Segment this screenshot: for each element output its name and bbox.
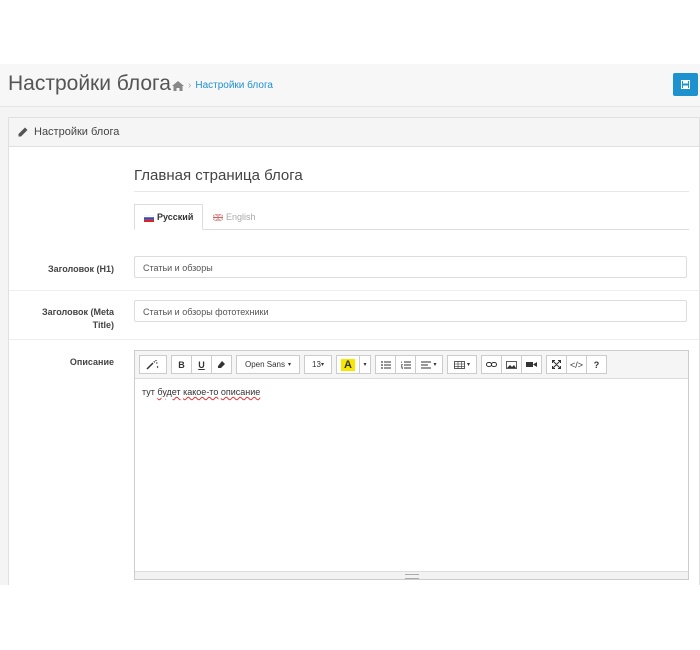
- table-icon: [454, 360, 465, 369]
- editor-text-word: какое-то: [183, 387, 219, 397]
- text-color-dropdown[interactable]: ▾: [359, 355, 371, 374]
- row-divider: [9, 339, 699, 340]
- editor-content[interactable]: тут будет какое-то описание: [135, 379, 688, 405]
- panel-heading: Настройки блога: [9, 118, 699, 147]
- editor-text-word: описание: [220, 387, 261, 397]
- breadcrumb-link[interactable]: Настройки блога: [195, 80, 273, 91]
- unordered-list-icon: [380, 360, 391, 369]
- description-label: Описание: [69, 357, 114, 367]
- editor-text-pre: тут: [142, 387, 158, 397]
- tab-english[interactable]: English: [204, 204, 265, 229]
- description-editor: B U Open Sans ▾ 13 ▾ A ▾ ▾ ▾ </> ? тут б…: [134, 350, 689, 580]
- meta-title-input[interactable]: Статьи и обзоры фототехники: [134, 300, 687, 322]
- breadcrumb: › Настройки блога: [172, 80, 273, 91]
- link-icon: [486, 362, 497, 367]
- caret-down-icon: ▾: [320, 362, 324, 368]
- language-tabs: Русский English: [134, 204, 689, 230]
- font-size-select[interactable]: 13 ▾: [304, 355, 332, 374]
- h1-label: Заголовок (H1): [47, 264, 114, 274]
- align-left-icon: [421, 361, 432, 368]
- editor-text-word: будет: [157, 387, 181, 397]
- font-size-value: 13: [312, 360, 321, 369]
- font-family-value: Open Sans: [244, 360, 285, 369]
- paragraph-align-button[interactable]: ▾: [415, 355, 443, 374]
- tab-russian[interactable]: Русский: [134, 204, 204, 230]
- caret-down-icon: ▾: [466, 362, 470, 368]
- meta-title-label: Заголовок (Meta Title): [9, 306, 114, 332]
- bold-button[interactable]: B: [171, 355, 192, 374]
- tab-russian-label: Русский: [157, 212, 194, 222]
- page-container: Настройки блога › Настройки блога Настро…: [0, 64, 700, 585]
- uk-flag-icon: [212, 213, 224, 222]
- resize-grip-icon: [405, 574, 419, 579]
- page-header: Настройки блога › Настройки блога: [0, 64, 700, 107]
- pencil-icon: [18, 127, 28, 137]
- caret-down-icon: ▾: [433, 362, 437, 368]
- video-button[interactable]: [521, 355, 542, 374]
- picture-icon: [506, 360, 517, 369]
- ordered-list-icon: [400, 361, 411, 369]
- magic-wand-button[interactable]: [139, 355, 167, 374]
- meta-title-label-line2: Title): [92, 320, 114, 330]
- ordered-list-button[interactable]: [395, 355, 416, 374]
- settings-panel: Настройки блога Главная страница блога Р…: [8, 117, 700, 585]
- eraser-button[interactable]: [211, 355, 232, 374]
- code-view-button[interactable]: </>: [566, 355, 587, 374]
- section-title: Главная страница блога: [134, 167, 303, 184]
- page-title: Настройки блога: [8, 72, 171, 95]
- link-button[interactable]: [481, 355, 502, 374]
- fullscreen-button[interactable]: [546, 355, 567, 374]
- row-divider: [9, 290, 699, 291]
- fullscreen-icon: [552, 360, 561, 369]
- magic-wand-icon: [146, 359, 159, 370]
- editor-resize-bar[interactable]: [135, 571, 688, 579]
- caret-down-icon: ▾: [288, 362, 292, 368]
- editor-toolbar: B U Open Sans ▾ 13 ▾ A ▾ ▾ ▾ </> ?: [135, 351, 688, 379]
- home-icon[interactable]: [172, 80, 184, 91]
- text-color-letter: A: [341, 358, 355, 371]
- h1-input[interactable]: Статьи и обзоры: [134, 256, 687, 278]
- video-icon: [526, 362, 537, 367]
- eraser-icon: [218, 361, 225, 368]
- breadcrumb-separator: ›: [188, 80, 192, 91]
- save-icon: [681, 80, 690, 89]
- image-button[interactable]: [501, 355, 522, 374]
- help-button[interactable]: ?: [586, 355, 607, 374]
- meta-title-label-line1: Заголовок (Meta: [41, 307, 114, 317]
- text-color-button[interactable]: A: [336, 355, 360, 374]
- panel-heading-text: Настройки блога: [34, 126, 120, 138]
- russia-flag-icon: [143, 214, 155, 222]
- caret-down-icon: ▾: [363, 362, 367, 368]
- section-divider: [134, 191, 689, 192]
- font-family-select[interactable]: Open Sans ▾: [236, 355, 300, 374]
- unordered-list-button[interactable]: [375, 355, 396, 374]
- underline-button[interactable]: U: [191, 355, 212, 374]
- save-button[interactable]: [673, 73, 698, 96]
- table-button[interactable]: ▾: [447, 355, 477, 374]
- tab-english-label: English: [226, 211, 256, 222]
